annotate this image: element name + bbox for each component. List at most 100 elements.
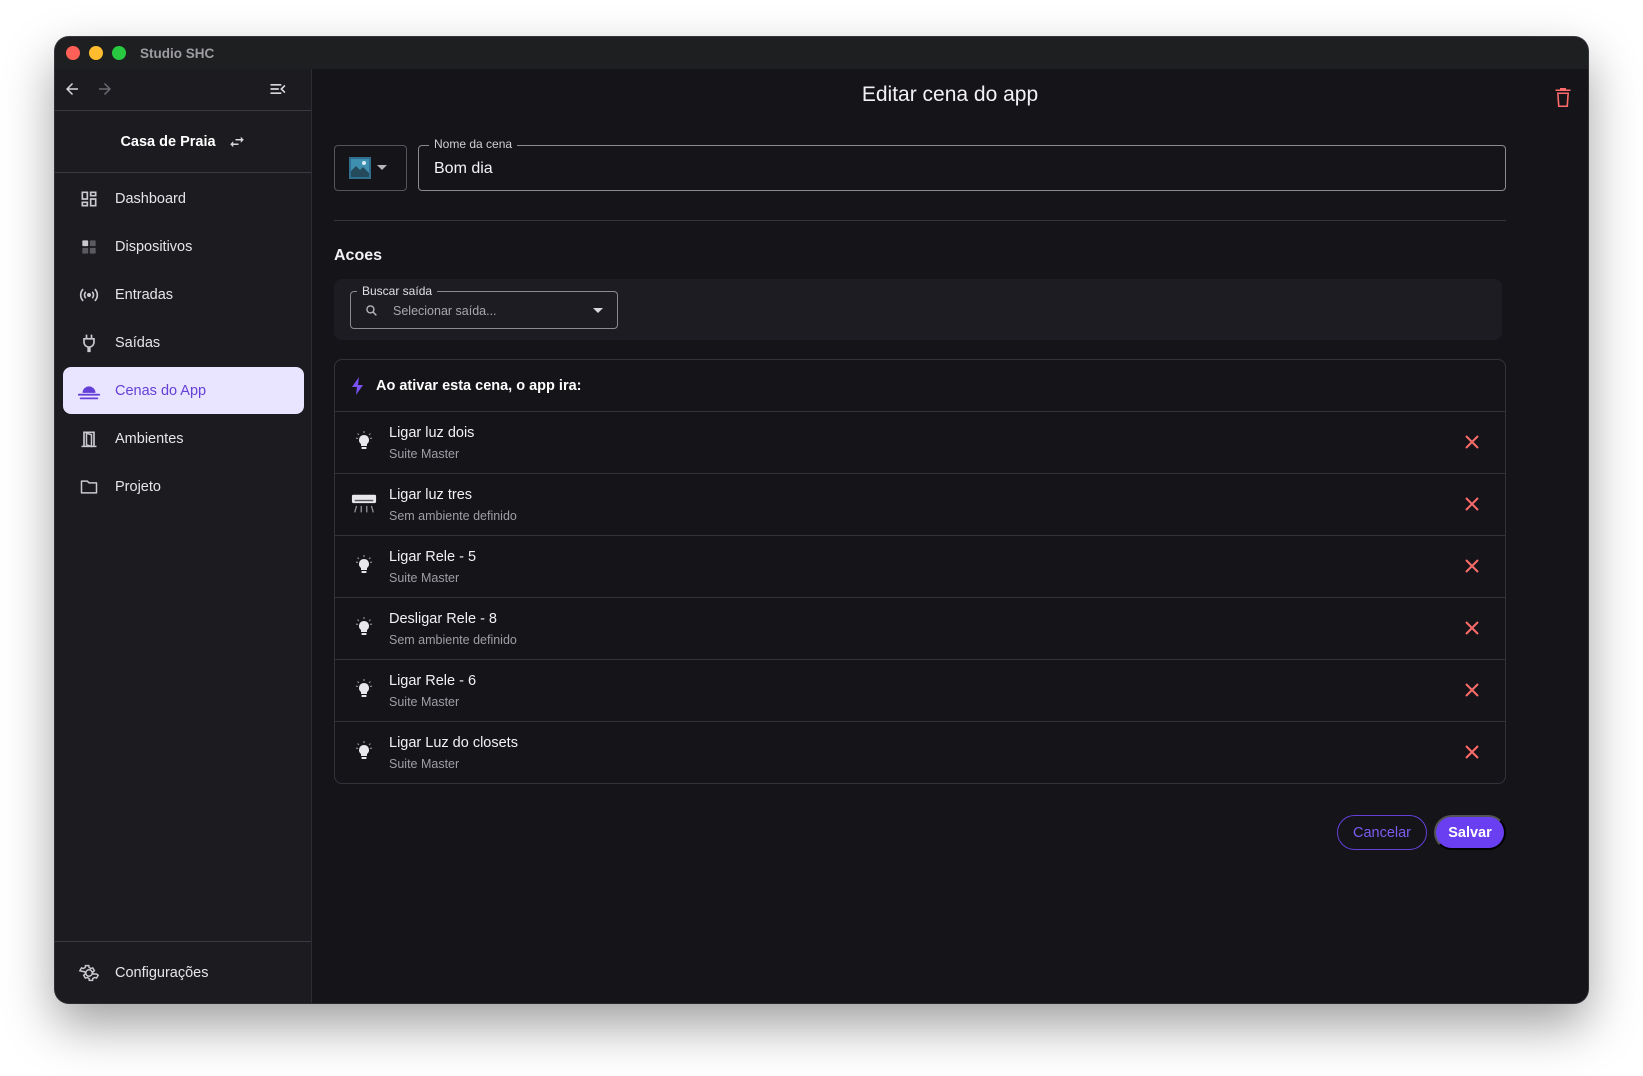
close-icon	[1465, 621, 1479, 635]
action-row: Ligar luz tres Sem ambiente definido	[335, 474, 1505, 536]
remove-action-button[interactable]	[1463, 619, 1481, 637]
project-name: Casa de Praia	[120, 133, 216, 150]
actions-card: Ao ativar esta cena, o app ira: Ligar lu…	[334, 359, 1506, 784]
action-subtitle: Suite Master	[389, 447, 460, 461]
sidebar-item-project[interactable]: Projeto	[63, 463, 304, 510]
action-subtitle: Suite Master	[389, 571, 460, 585]
delete-scene-button[interactable]	[1552, 85, 1574, 109]
sidebar-item-label: Entradas	[115, 286, 174, 303]
page-title: Editar cena do app	[861, 83, 1039, 106]
sidebar-item-label: Dispositivos	[115, 238, 193, 255]
sidebar-item-label: Projeto	[115, 478, 161, 495]
maximize-window-button[interactable]	[112, 46, 126, 60]
save-button[interactable]: Salvar	[1434, 815, 1506, 850]
remove-action-button[interactable]	[1463, 433, 1481, 451]
bolt-icon	[352, 376, 363, 395]
close-icon	[1465, 559, 1479, 573]
sidebar-item-label: Ambientes	[115, 430, 184, 447]
app-window: Studio SHC Casa de Praia Dashboard Dispo…	[55, 37, 1588, 1003]
plug-icon	[77, 331, 101, 355]
title-bar: Studio SHC	[55, 37, 1588, 69]
air-conditioner-icon	[351, 491, 377, 517]
back-button[interactable]	[57, 74, 87, 104]
output-search-label: Buscar saída	[357, 284, 438, 298]
cancel-button[interactable]: Cancelar	[1337, 815, 1427, 850]
remove-action-button[interactable]	[1463, 681, 1481, 699]
sidebar-item-label: Configurações	[115, 964, 209, 981]
chevron-down-icon	[377, 165, 387, 170]
devices-icon	[77, 235, 101, 259]
action-subtitle: Suite Master	[389, 757, 460, 771]
output-search-panel: Buscar saída Selecionar saída...	[334, 279, 1502, 340]
search-icon	[366, 305, 377, 316]
door-icon	[77, 427, 101, 451]
window-title: Studio SHC	[140, 46, 215, 61]
action-row: Ligar luz dois Suite Master	[335, 412, 1505, 474]
action-subtitle: Sem ambiente definido	[389, 633, 517, 647]
close-icon	[1465, 435, 1479, 449]
remove-action-button[interactable]	[1463, 495, 1481, 513]
action-title: Desligar Rele - 8	[389, 611, 497, 627]
nav-row	[55, 69, 311, 111]
divider	[334, 220, 1506, 221]
scene-icon-picker[interactable]	[334, 145, 407, 191]
lightbulb-icon	[351, 553, 377, 579]
scene-image-icon	[349, 157, 371, 179]
close-window-button[interactable]	[66, 46, 80, 60]
sidebar-item-settings[interactable]: Configurações	[63, 949, 304, 996]
actions-card-title: Ao ativar esta cena, o app ira:	[376, 377, 582, 394]
scene-name-field[interactable]: Nome da cena Bom dia	[418, 137, 1506, 191]
close-icon	[1465, 745, 1479, 759]
sidebar-item-inputs[interactable]: Entradas	[63, 271, 304, 318]
action-title: Ligar luz tres	[389, 487, 473, 503]
action-row: Ligar Luz do closets Suite Master	[335, 722, 1505, 783]
sidebar-item-devices[interactable]: Dispositivos	[63, 223, 304, 270]
scene-name-input[interactable]: Bom dia	[434, 160, 493, 178]
sidebar-footer: Configurações	[55, 941, 311, 1003]
lightbulb-icon	[351, 429, 377, 455]
close-icon	[1465, 683, 1479, 697]
sidebar-item-dashboard[interactable]: Dashboard	[63, 175, 304, 222]
action-title: Ligar Rele - 6	[389, 673, 477, 689]
actions-card-header: Ao ativar esta cena, o app ira:	[335, 360, 1505, 412]
remove-action-button[interactable]	[1463, 743, 1481, 761]
sidebar-item-label: Cenas do App	[115, 382, 207, 399]
close-icon	[1465, 497, 1479, 511]
menu-collapse-icon	[270, 84, 286, 94]
collapse-sidebar-button[interactable]	[263, 74, 293, 104]
folder-icon	[77, 475, 101, 499]
action-subtitle: Suite Master	[389, 695, 460, 709]
lightbulb-icon	[351, 677, 377, 703]
output-search-select[interactable]: Buscar saída Selecionar saída...	[350, 284, 618, 329]
arrow-right-icon	[99, 83, 111, 95]
scene-name-label: Nome da cena	[429, 137, 518, 151]
lightbulb-icon	[351, 739, 377, 765]
trash-icon	[1555, 87, 1571, 107]
arrow-left-icon	[66, 83, 78, 95]
swap-icon	[229, 136, 244, 147]
project-switcher[interactable]: Casa de Praia	[55, 111, 311, 173]
actions-section-title: Acoes	[334, 247, 383, 264]
sidebar-item-app-scenes[interactable]: Cenas do App	[63, 367, 304, 414]
output-search-placeholder: Selecionar saída...	[393, 304, 497, 318]
dashboard-icon	[77, 187, 101, 211]
cloud-icon	[77, 379, 101, 403]
gear-icon	[77, 961, 101, 985]
sidebar-item-outputs[interactable]: Saídas	[63, 319, 304, 366]
action-title: Ligar Rele - 5	[389, 549, 477, 565]
sidebar-item-label: Saídas	[115, 334, 161, 351]
action-row: Ligar Rele - 6 Suite Master	[335, 660, 1505, 722]
sidebar-item-rooms[interactable]: Ambientes	[63, 415, 304, 462]
forward-button[interactable]	[90, 74, 120, 104]
minimize-window-button[interactable]	[89, 46, 103, 60]
action-row: Ligar Rele - 5 Suite Master	[335, 536, 1505, 598]
action-title: Ligar luz dois	[389, 425, 475, 441]
remove-action-button[interactable]	[1463, 557, 1481, 575]
action-title: Ligar Luz do closets	[389, 735, 518, 751]
chevron-down-icon	[593, 308, 603, 313]
lightbulb-icon	[351, 615, 377, 641]
action-subtitle: Sem ambiente definido	[389, 509, 517, 523]
sidebar-item-label: Dashboard	[115, 190, 186, 207]
action-row: Desligar Rele - 8 Sem ambiente definido	[335, 598, 1505, 660]
sidebar: Casa de Praia Dashboard Dispositivos Ent…	[55, 69, 312, 1003]
